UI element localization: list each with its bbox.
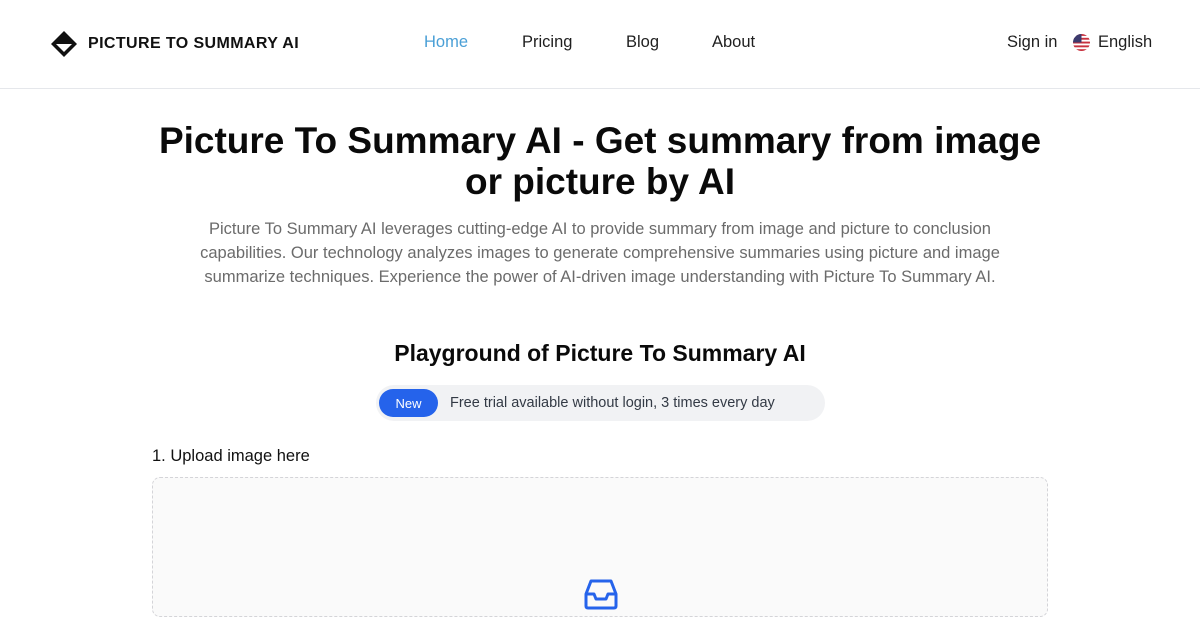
hero-description: Picture To Summary AI leverages cutting-…	[200, 220, 1000, 286]
language-label: English	[1098, 33, 1153, 51]
language-selector[interactable]: English	[1073, 33, 1152, 52]
free-trial-notice: New Free trial available without login, …	[376, 385, 825, 421]
nav-about-link[interactable]: About	[712, 33, 755, 52]
site-header: PICTURE TO SUMMARY AI Home Pricing Blog …	[0, 0, 1200, 89]
us-flag-icon	[1073, 34, 1090, 51]
image-upload-dropzone[interactable]	[152, 477, 1048, 617]
upload-label: 1. Upload image here	[152, 447, 310, 465]
new-badge: New	[379, 389, 438, 417]
brand-name: PICTURE TO SUMMARY AI	[88, 35, 300, 52]
playground-title: Playground of Picture To Summary AI	[394, 340, 806, 366]
nav-home-link[interactable]: Home	[424, 33, 468, 52]
free-trial-text: Free trial available without login, 3 ti…	[450, 395, 775, 411]
sign-in-link[interactable]: Sign in	[1007, 33, 1057, 52]
page-title: Picture To Summary AI - Get summary from…	[158, 120, 1042, 202]
brand-logo-link[interactable]: PICTURE TO SUMMARY AI	[50, 30, 299, 58]
diamond-logo-icon	[51, 31, 77, 57]
nav-pricing-link[interactable]: Pricing	[522, 33, 572, 52]
inbox-tray-icon	[584, 579, 618, 610]
nav-blog-link[interactable]: Blog	[626, 33, 659, 52]
